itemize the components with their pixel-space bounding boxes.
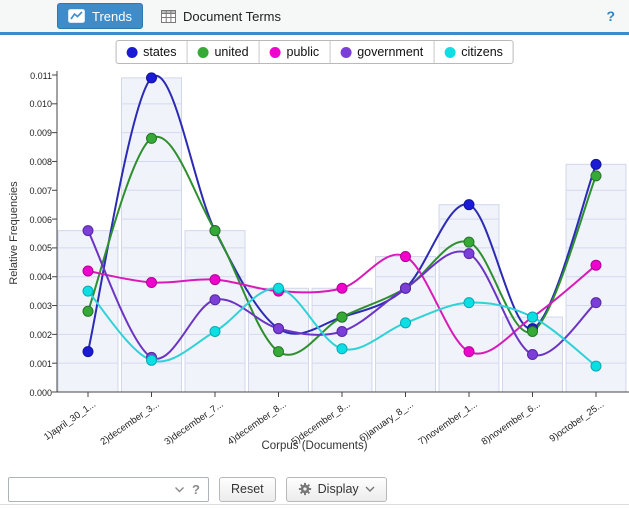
y-tick-label: 0.004: [14, 272, 52, 282]
data-point-united-doc5[interactable]: [337, 312, 347, 322]
data-point-public-doc5[interactable]: [337, 283, 347, 293]
y-tick-label: 0.002: [14, 330, 52, 340]
data-point-states-doc9[interactable]: [591, 159, 601, 169]
display-button[interactable]: Display: [286, 477, 387, 502]
legend-item-citizens[interactable]: citizens: [434, 41, 513, 63]
data-point-united-doc7[interactable]: [464, 237, 474, 247]
data-point-united-doc3[interactable]: [210, 226, 220, 236]
data-point-citizens-doc6[interactable]: [401, 318, 411, 328]
line-chart-icon: [68, 9, 85, 23]
data-point-government-doc1[interactable]: [83, 226, 93, 236]
reset-button-label: Reset: [231, 482, 264, 496]
tab-document-terms[interactable]: Document Terms: [161, 9, 281, 24]
doc-bar: [566, 164, 626, 392]
y-tick-label: 0.010: [14, 99, 52, 109]
x-tick-label: 1)april_30_1...: [42, 399, 98, 443]
y-tick-label: 0.003: [14, 301, 52, 311]
data-point-united-doc8[interactable]: [528, 326, 538, 336]
legend-item-government[interactable]: government: [330, 41, 434, 63]
data-point-citizens-doc1[interactable]: [83, 286, 93, 296]
legend-swatch-government: [340, 47, 351, 58]
doc-bar: [312, 288, 372, 392]
tab-trends-label: Trends: [92, 9, 132, 24]
panel-bottom-border: [0, 504, 629, 505]
y-tick-label: 0.008: [14, 157, 52, 167]
gear-icon: [298, 482, 312, 496]
data-point-states-doc1[interactable]: [83, 347, 93, 357]
chevron-down-icon: [365, 486, 375, 492]
x-tick-label: 9)october_25...: [548, 399, 607, 445]
data-point-government-doc8[interactable]: [528, 350, 538, 360]
y-tick-label: 0.006: [14, 215, 52, 225]
x-tick-label: 6)january_8_...: [358, 399, 416, 444]
data-point-citizens-doc5[interactable]: [337, 344, 347, 354]
data-point-public-doc9[interactable]: [591, 260, 601, 270]
data-point-united-doc1[interactable]: [83, 306, 93, 316]
display-button-label: Display: [318, 482, 359, 496]
tab-trends[interactable]: Trends: [57, 3, 143, 29]
data-point-public-doc3[interactable]: [210, 275, 220, 285]
legend-label: public: [287, 45, 320, 59]
legend-label: united: [214, 45, 248, 59]
data-point-citizens-doc8[interactable]: [528, 312, 538, 322]
help-icon[interactable]: ?: [606, 8, 615, 24]
chevron-down-icon[interactable]: [172, 486, 187, 493]
legend-swatch-states: [126, 47, 137, 58]
legend-label: citizens: [461, 45, 503, 59]
data-point-government-doc6[interactable]: [401, 283, 411, 293]
legend-label: states: [143, 45, 176, 59]
data-point-united-doc2[interactable]: [147, 133, 157, 143]
x-axis-title: Corpus (Documents): [0, 440, 629, 452]
data-point-united-doc4[interactable]: [274, 347, 284, 357]
data-point-public-doc1[interactable]: [83, 266, 93, 276]
legend-swatch-public: [270, 47, 281, 58]
doc-bar: [185, 231, 245, 392]
table-icon: [161, 10, 176, 23]
trends-panel: Trends Document Terms ? states united publ…: [0, 0, 629, 508]
search-input[interactable]: [9, 482, 172, 496]
legend-swatch-united: [197, 47, 208, 58]
y-tick-label: 0.011: [14, 71, 52, 81]
legend-swatch-citizens: [444, 47, 455, 58]
legend-item-states[interactable]: states: [116, 41, 187, 63]
data-point-public-doc6[interactable]: [401, 252, 411, 262]
search-help-icon[interactable]: ?: [192, 482, 200, 497]
data-point-states-doc7[interactable]: [464, 200, 474, 210]
series-line-public[interactable]: [88, 255, 596, 354]
tab-document-terms-label: Document Terms: [183, 9, 281, 24]
legend-item-united[interactable]: united: [187, 41, 259, 63]
y-tick-label: 0.009: [14, 128, 52, 138]
data-point-government-doc7[interactable]: [464, 249, 474, 259]
data-point-public-doc2[interactable]: [147, 277, 157, 287]
data-point-government-doc5[interactable]: [337, 326, 347, 336]
y-tick-label: 0.000: [14, 388, 52, 398]
data-point-citizens-doc3[interactable]: [210, 326, 220, 336]
panel-header: Trends Document Terms ?: [0, 0, 629, 35]
reset-button[interactable]: Reset: [219, 477, 276, 502]
data-point-citizens-doc2[interactable]: [147, 355, 157, 365]
chart-legend: states united public government citizens: [115, 40, 514, 64]
y-axis-title: Relative Frequencies: [8, 181, 20, 284]
data-point-public-doc7[interactable]: [464, 347, 474, 357]
data-point-government-doc3[interactable]: [210, 295, 220, 305]
y-tick-label: 0.007: [14, 186, 52, 196]
series-line-government[interactable]: [88, 231, 596, 359]
footer-toolbar: ? Reset Display: [0, 474, 629, 504]
legend-label: government: [357, 45, 423, 59]
data-point-citizens-doc4[interactable]: [274, 283, 284, 293]
legend-item-public[interactable]: public: [260, 41, 331, 63]
data-point-citizens-doc7[interactable]: [464, 298, 474, 308]
data-point-government-doc4[interactable]: [274, 324, 284, 334]
y-tick-label: 0.001: [14, 359, 52, 369]
series-line-states[interactable]: [88, 76, 596, 352]
data-point-government-doc9[interactable]: [591, 298, 601, 308]
y-tick-label: 0.005: [14, 243, 52, 253]
search-combo: ?: [8, 477, 209, 502]
data-point-united-doc9[interactable]: [591, 171, 601, 181]
data-point-citizens-doc9[interactable]: [591, 361, 601, 371]
data-point-states-doc2[interactable]: [147, 73, 157, 83]
